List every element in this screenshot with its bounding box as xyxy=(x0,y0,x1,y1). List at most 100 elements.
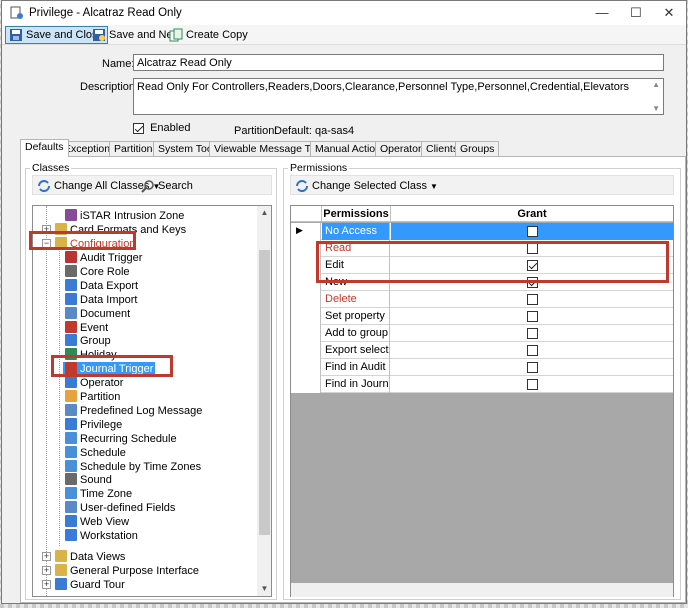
row-header[interactable] xyxy=(291,359,321,376)
permission-name-cell[interactable]: Delete xyxy=(322,291,390,308)
permission-name-cell[interactable]: Read xyxy=(322,240,390,257)
expand-card-formats[interactable]: + xyxy=(42,225,51,234)
grant-checkbox[interactable] xyxy=(526,328,538,339)
minimize-button[interactable]: — xyxy=(585,3,619,23)
row-header[interactable] xyxy=(291,376,321,393)
permission-row[interactable]: Add to group xyxy=(291,325,673,342)
grant-checkbox[interactable] xyxy=(526,362,538,373)
tree-node[interactable]: Document xyxy=(63,306,132,321)
grant-checkbox[interactable] xyxy=(526,277,538,288)
row-header[interactable] xyxy=(291,257,321,274)
permission-name-cell[interactable]: Edit xyxy=(322,257,390,274)
permission-row[interactable]: ▶ No Access xyxy=(291,223,673,240)
expand-guard-tour[interactable]: + xyxy=(42,580,51,589)
grant-cell[interactable] xyxy=(391,257,673,274)
tree-node[interactable]: Core Role xyxy=(63,264,132,279)
scroll-down-icon[interactable]: ▼ xyxy=(257,582,271,596)
grant-cell[interactable] xyxy=(391,376,673,393)
tree-node[interactable]: Predefined Log Message xyxy=(63,403,204,418)
grant-checkbox[interactable] xyxy=(526,311,538,322)
permission-row[interactable]: Delete xyxy=(291,291,673,308)
grant-cell[interactable] xyxy=(391,342,673,359)
description-field[interactable]: Read Only For Controllers,Readers,Doors,… xyxy=(133,78,664,115)
permission-row[interactable]: Read xyxy=(291,240,673,257)
permission-name-cell[interactable]: Add to group xyxy=(322,325,390,342)
grant-cell[interactable] xyxy=(391,240,673,257)
row-header[interactable] xyxy=(291,325,321,342)
permissions-grid[interactable]: Permissions Grant ▶ No Access Read Edit New D… xyxy=(290,205,674,597)
row-header[interactable] xyxy=(291,308,321,325)
tree-node[interactable]: Web View xyxy=(63,515,131,529)
tree-node[interactable]: Schedule xyxy=(63,445,128,460)
row-header[interactable] xyxy=(291,291,321,308)
tree-node[interactable]: Partition xyxy=(63,390,122,404)
expand-general-purpose[interactable]: + xyxy=(42,566,51,575)
permission-name-cell[interactable]: No Access xyxy=(322,223,390,240)
tree-node[interactable]: Schedule by Time Zones xyxy=(63,459,203,474)
grant-checkbox[interactable] xyxy=(526,294,538,305)
grant-checkbox[interactable] xyxy=(526,379,538,390)
tree-node[interactable]: Privilege xyxy=(63,417,124,432)
tree-node[interactable]: Time Zone xyxy=(63,487,134,501)
grant-checkbox[interactable] xyxy=(526,226,538,237)
row-header[interactable] xyxy=(291,342,321,359)
collapse-configuration[interactable]: − xyxy=(42,239,51,248)
tree-node[interactable]: Data Export xyxy=(63,278,140,293)
row-header[interactable] xyxy=(291,240,321,257)
tree-node[interactable]: User-defined Fields xyxy=(63,501,177,515)
tree-scrollbar[interactable]: ▲ ▼ xyxy=(257,206,271,596)
tree-node[interactable]: Group xyxy=(63,334,113,348)
maximize-button[interactable]: ☐ xyxy=(619,3,653,23)
permission-name-cell[interactable]: Set property xyxy=(322,308,390,325)
tab-defaults[interactable]: Defaults xyxy=(20,139,69,157)
permission-row[interactable]: Export selection xyxy=(291,342,673,359)
permission-row[interactable]: Edit xyxy=(291,257,673,274)
scroll-down-icon[interactable]: ▼ xyxy=(652,104,660,113)
tree-node[interactable]: Operator xyxy=(63,376,125,390)
permission-name-cell[interactable]: Export selection xyxy=(322,342,390,359)
enabled-checkbox[interactable] xyxy=(133,122,144,134)
permission-row[interactable]: Find in Journal xyxy=(291,376,673,393)
tree-node[interactable]: Event xyxy=(63,320,110,335)
grant-checkbox[interactable] xyxy=(526,345,538,356)
row-header[interactable] xyxy=(291,274,321,291)
permission-name-cell[interactable]: Find in Journal xyxy=(322,376,390,393)
tree-node[interactable]: Recurring Schedule xyxy=(63,431,179,446)
permission-row[interactable]: Find in Audit Log xyxy=(291,359,673,376)
grant-checkbox[interactable] xyxy=(526,243,538,254)
tree-node[interactable]: Data Import xyxy=(63,292,139,307)
tree-node[interactable]: Holiday xyxy=(63,348,119,362)
col-grant-header[interactable]: Grant xyxy=(391,206,673,222)
tree-node[interactable]: Guard Tour xyxy=(53,578,127,592)
search-button[interactable]: Search xyxy=(141,178,193,194)
tree-node[interactable]: Audit Trigger xyxy=(63,251,144,265)
grant-cell[interactable] xyxy=(391,359,673,376)
col-permissions-header[interactable]: Permissions xyxy=(322,206,391,222)
scroll-up-icon[interactable]: ▲ xyxy=(652,80,660,89)
permission-row[interactable]: Set property xyxy=(291,308,673,325)
grant-cell[interactable] xyxy=(391,223,673,240)
grant-cell[interactable] xyxy=(391,325,673,342)
tree-node[interactable]: Sound xyxy=(63,473,114,487)
grant-cell[interactable] xyxy=(391,291,673,308)
tree-node[interactable]: General Purpose Interface xyxy=(53,564,201,578)
expand-data-views[interactable]: + xyxy=(42,552,51,561)
permission-name-cell[interactable]: New xyxy=(322,274,390,291)
tree-node[interactable]: Configuration xyxy=(53,237,137,251)
tree-node[interactable]: Card Formats and Keys xyxy=(53,223,188,237)
change-selected-class-button[interactable]: Change Selected Class ▼ xyxy=(295,178,438,194)
tree-node[interactable]: Data Views xyxy=(53,550,127,564)
tree-node[interactable]: Journal Trigger xyxy=(63,362,156,377)
grant-checkbox[interactable] xyxy=(526,260,538,271)
classes-tree[interactable]: + − + + + iSTAR Intrusion Zone Card Forma… xyxy=(32,205,272,597)
grant-cell[interactable] xyxy=(391,274,673,291)
row-header[interactable]: ▶ xyxy=(291,223,321,240)
name-field[interactable]: Alcatraz Read Only xyxy=(133,54,664,71)
grid-horizontal-scrollbar[interactable] xyxy=(291,583,673,597)
permission-row[interactable]: New xyxy=(291,274,673,291)
tree-node[interactable]: iSTAR Intrusion Zone xyxy=(63,209,186,223)
grant-cell[interactable] xyxy=(391,308,673,325)
create-copy-button[interactable]: Create Copy xyxy=(165,26,252,44)
permission-name-cell[interactable]: Find in Audit Log xyxy=(322,359,390,376)
enabled-checkbox-row[interactable]: Enabled xyxy=(133,122,190,134)
